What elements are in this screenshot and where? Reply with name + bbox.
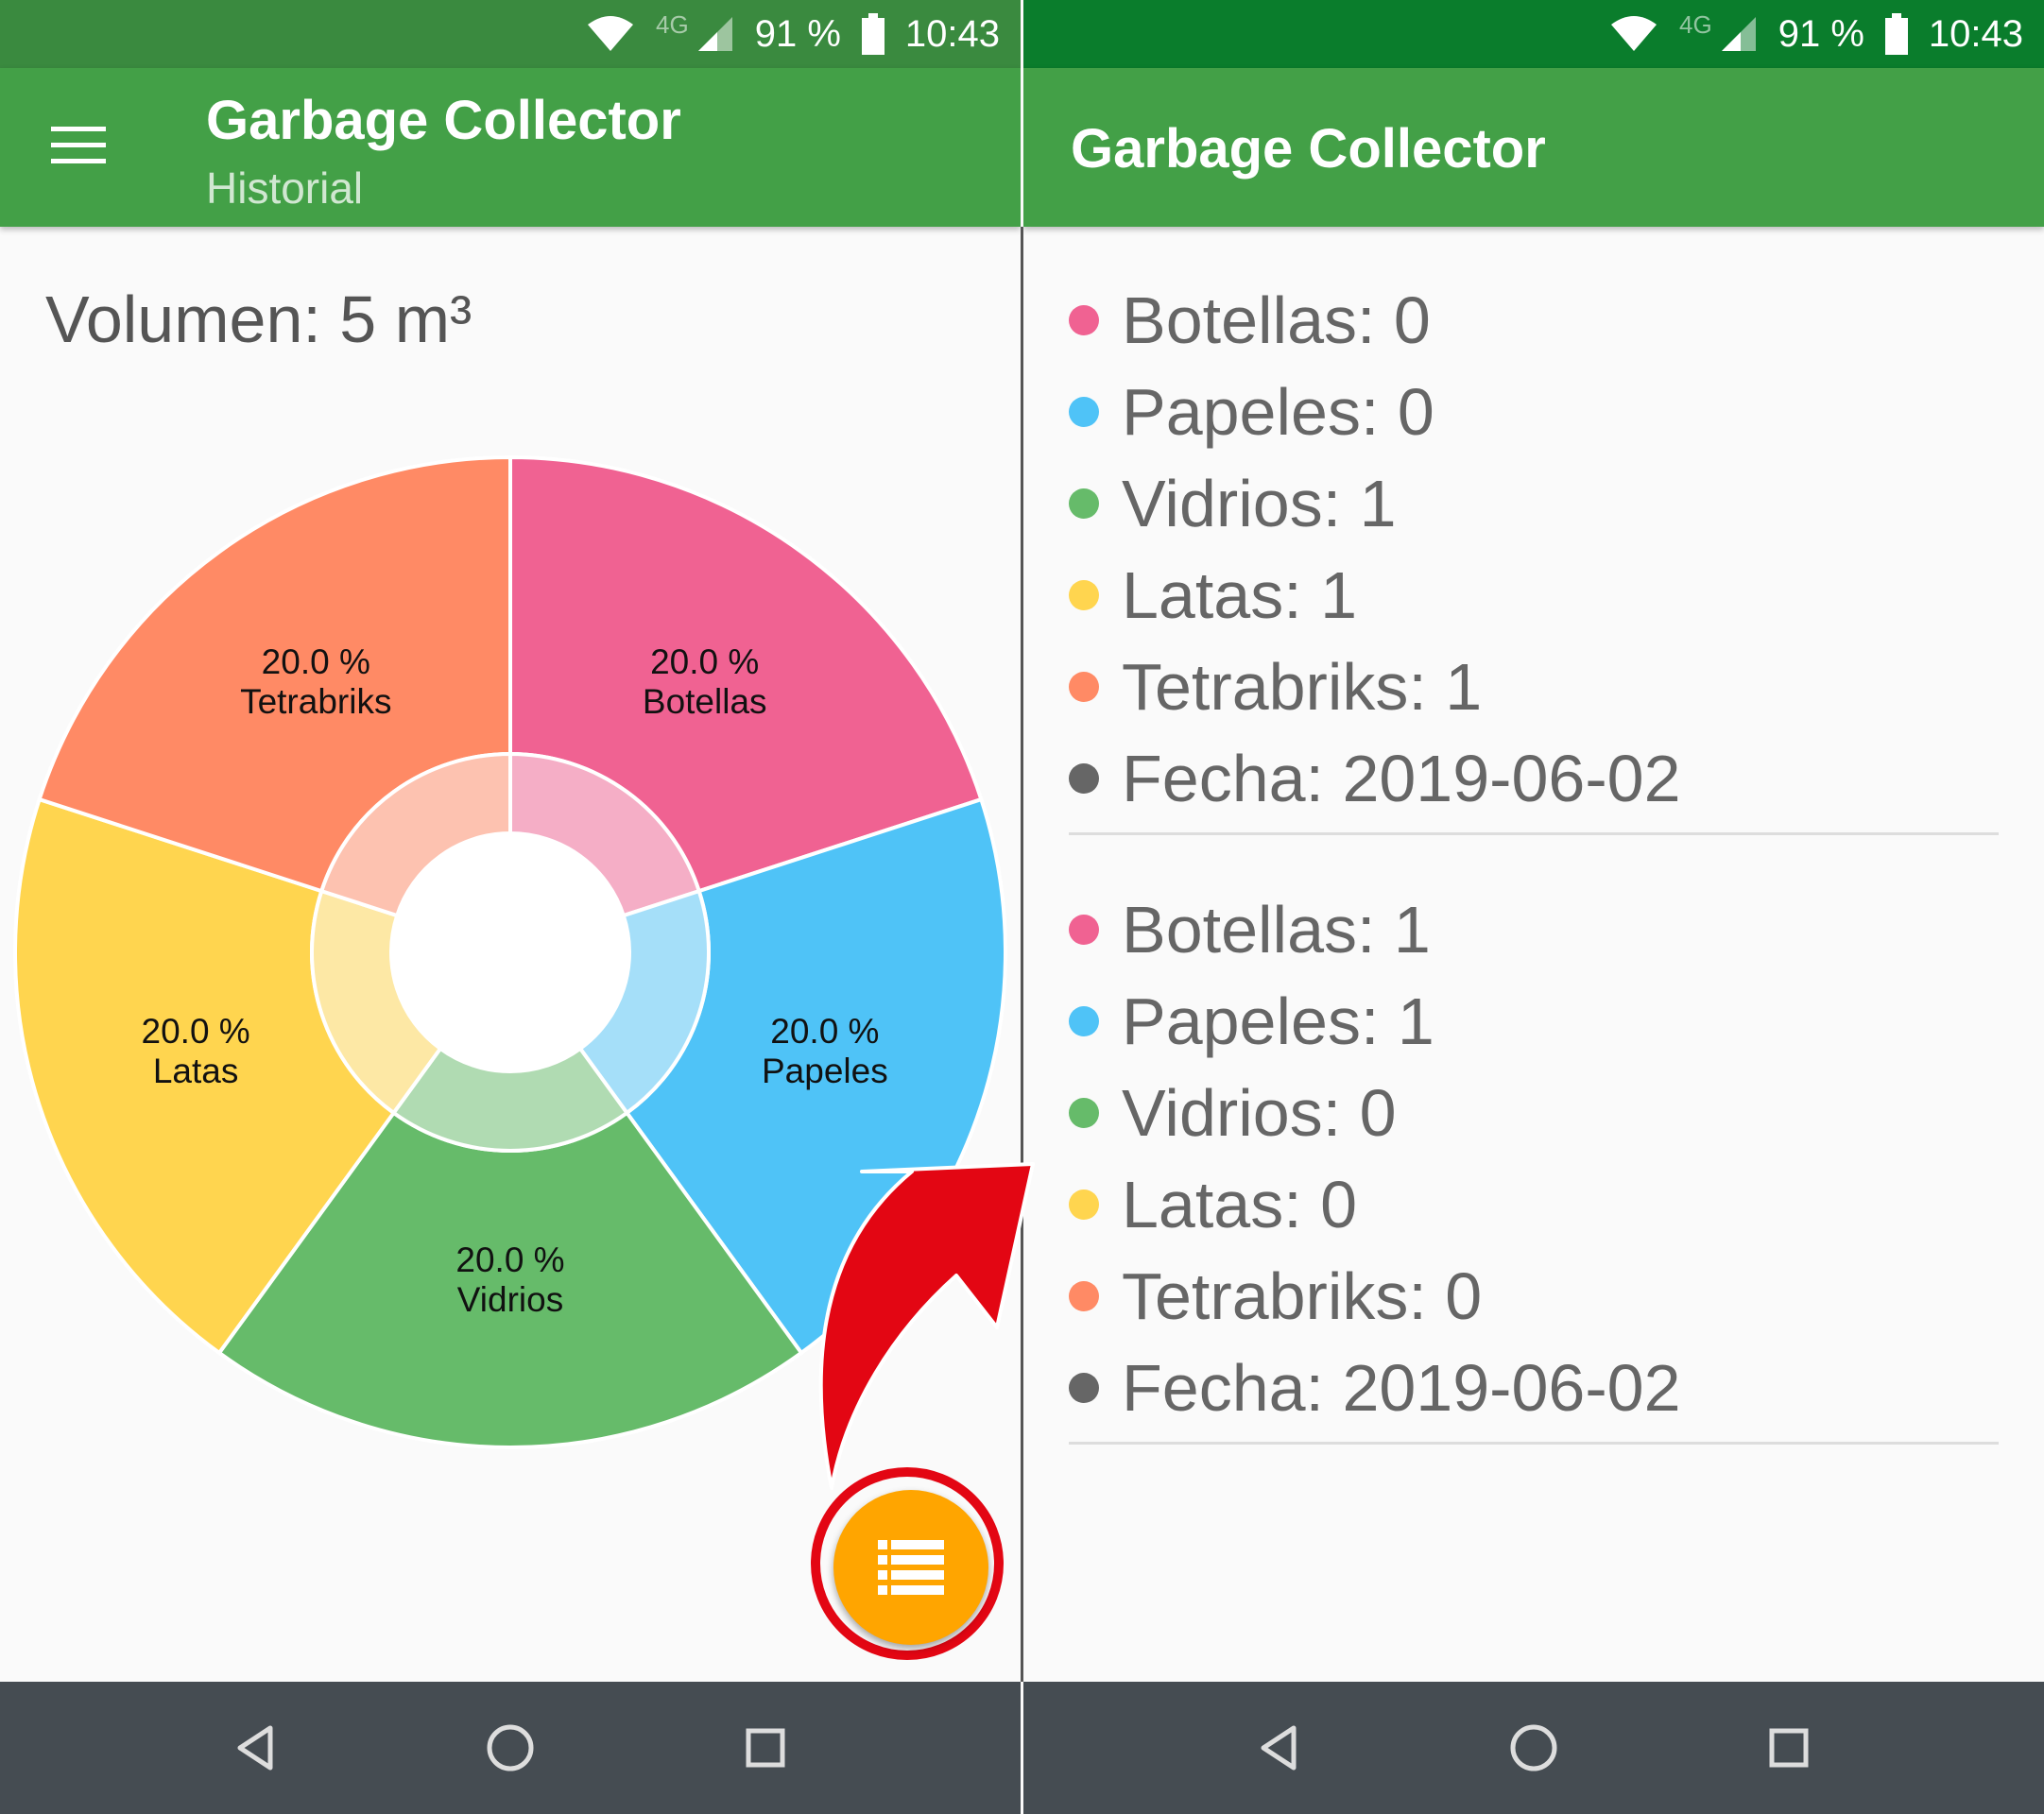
record-value: Papeles: 0 (1122, 374, 1434, 449)
pie-label-category-tetrabriks: Tetrabriks (240, 682, 391, 721)
nav-home-button[interactable] (1494, 1708, 1573, 1788)
pie-label-value-tetrabriks: 20.0 % (262, 642, 370, 681)
nav-home-button[interactable] (471, 1708, 550, 1788)
history-screen: 4G 91 % 10:43 Garbage Collector Historia… (0, 0, 1021, 1814)
battery-percent: 91 % (1778, 12, 1864, 55)
record-row-latas: Latas: 1 (1069, 549, 2004, 641)
recents-icon (746, 1728, 785, 1768)
color-dot (1069, 1280, 1099, 1311)
record-value: Fecha: 2019-06-02 (1122, 1350, 1681, 1425)
record-value: Fecha: 2019-06-02 (1122, 741, 1681, 815)
record-value: Latas: 1 (1122, 557, 1358, 632)
volume-label: Volumen: 5 m³ (45, 282, 472, 356)
record-row-vidrios: Vidrios: 1 (1069, 457, 2004, 549)
clock: 10:43 (904, 12, 1000, 55)
color-dot (1069, 671, 1099, 702)
pie-chart[interactable]: 20.0 %Botellas20.0 %Papeles20.0 %Vidrios… (0, 435, 1021, 1474)
nav-recents-button[interactable] (726, 1708, 805, 1788)
pie-label-value-papeles: 20.0 % (770, 1012, 879, 1051)
record-row-papeles: Papeles: 0 (1069, 366, 2004, 457)
status-bar: 4G 91 % 10:43 (1023, 0, 2044, 68)
color-dot (1069, 1372, 1099, 1403)
history-list-screen: 4G 91 % 10:43 Garbage Collector Botellas… (1023, 0, 2044, 1814)
record-value: Papeles: 1 (1122, 984, 1434, 1058)
color-dot (1069, 1005, 1099, 1036)
nav-bar (1023, 1682, 2044, 1814)
record-value: Vidrios: 1 (1122, 466, 1397, 540)
app-subtitle: Historial (206, 163, 364, 213)
record-row-fecha: Fecha: 2019-06-02 (1069, 1342, 2004, 1433)
record-row-latas: Latas: 0 (1069, 1158, 2004, 1250)
record-value: Tetrabriks: 1 (1122, 649, 1483, 724)
wifi-icon (588, 16, 634, 51)
app-title: Garbage Collector (206, 90, 681, 151)
back-icon (1261, 1725, 1297, 1771)
record-row-vidrios: Vidrios: 0 (1069, 1067, 2004, 1158)
color-dot (1069, 396, 1099, 427)
color-dot (1069, 579, 1099, 610)
home-icon (1510, 1724, 1557, 1771)
history-record[interactable]: Botellas: 0 Papeles: 0 Vidrios: 1 Latas:… (1069, 274, 2004, 824)
color-dot (1069, 762, 1099, 794)
record-row-botellas: Botellas: 0 (1069, 274, 2004, 366)
app-bar: Garbage Collector Historial (0, 68, 1021, 227)
record-row-botellas: Botellas: 1 (1069, 883, 2004, 975)
record-row-fecha: Fecha: 2019-06-02 (1069, 732, 2004, 824)
pie-label-category-botellas: Botellas (643, 682, 767, 721)
signal-icon (1721, 17, 1756, 51)
recents-icon (1769, 1728, 1809, 1768)
battery-icon (861, 13, 885, 55)
nav-back-button[interactable] (1239, 1708, 1318, 1788)
pie-label-category-latas: Latas (153, 1052, 239, 1090)
network-type: 4G (1679, 9, 1712, 39)
pie-center-hole (391, 833, 629, 1071)
record-value: Botellas: 0 (1122, 282, 1431, 357)
app-title: Garbage Collector (1071, 118, 1546, 180)
record-value: Vidrios: 0 (1122, 1075, 1397, 1150)
battery-percent: 91 % (754, 12, 841, 55)
pie-label-value-botellas: 20.0 % (650, 642, 759, 681)
pie-label-value-vidrios: 20.0 % (455, 1241, 564, 1279)
home-icon (487, 1724, 534, 1771)
app-bar: Garbage Collector (1023, 68, 2044, 227)
battery-icon (1884, 13, 1908, 55)
record-divider (1069, 1442, 1999, 1445)
color-dot (1069, 914, 1099, 945)
record-divider (1069, 832, 1999, 835)
list-icon (878, 1540, 944, 1595)
clock: 10:43 (1928, 12, 2023, 55)
pie-label-category-vidrios: Vidrios (457, 1280, 563, 1319)
pie-label-category-papeles: Papeles (762, 1052, 888, 1090)
record-row-tetrabriks: Tetrabriks: 0 (1069, 1250, 2004, 1342)
color-dot (1069, 1097, 1099, 1128)
record-value: Tetrabriks: 0 (1122, 1258, 1483, 1333)
pie-label-value-latas: 20.0 % (142, 1012, 250, 1051)
nav-bar (0, 1682, 1021, 1814)
nav-recents-button[interactable] (1749, 1708, 1829, 1788)
wifi-icon (1611, 16, 1658, 51)
status-bar: 4G 91 % 10:43 (0, 0, 1021, 68)
back-icon (237, 1725, 273, 1771)
record-value: Latas: 0 (1122, 1167, 1358, 1241)
record-row-papeles: Papeles: 1 (1069, 975, 2004, 1067)
nav-back-button[interactable] (215, 1708, 295, 1788)
color-dot (1069, 1189, 1099, 1220)
record-row-tetrabriks: Tetrabriks: 1 (1069, 641, 2004, 732)
color-dot (1069, 488, 1099, 519)
hamburger-icon[interactable] (51, 127, 106, 168)
signal-icon (697, 17, 732, 51)
history-list-fab[interactable] (833, 1490, 988, 1645)
history-record[interactable]: Botellas: 1 Papeles: 1 Vidrios: 0 Latas:… (1069, 883, 2004, 1433)
record-value: Botellas: 1 (1122, 892, 1431, 967)
network-type: 4G (656, 9, 689, 39)
color-dot (1069, 304, 1099, 335)
